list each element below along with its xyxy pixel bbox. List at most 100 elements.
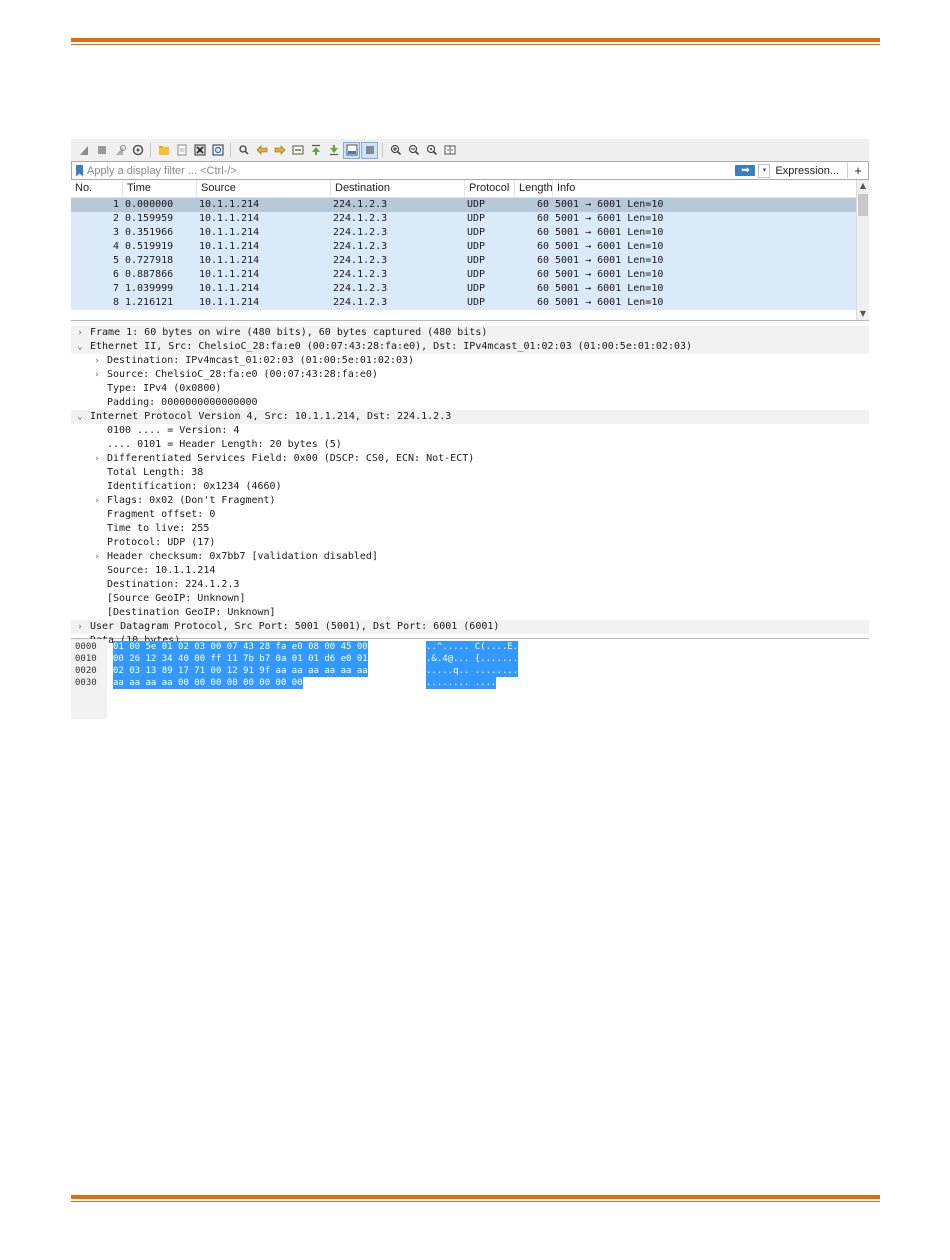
collapse-chevron-icon[interactable]: › <box>92 550 102 564</box>
detail-tree-item[interactable]: [Source GeoIP: Unknown] <box>71 592 869 606</box>
bytes-hex[interactable]: 02 03 13 89 17 71 00 12 91 9f aa aa aa a… <box>113 665 368 677</box>
autoscroll-icon[interactable] <box>343 141 360 159</box>
footer-rule <box>71 1195 880 1202</box>
packet-list-scrollbar[interactable]: ▲ ▼ <box>856 180 869 320</box>
scroll-up-icon[interactable]: ▲ <box>857 180 869 192</box>
detail-tree-item[interactable]: 0100 .... = Version: 4 <box>71 424 869 438</box>
apply-filter-button[interactable]: ➡ <box>735 165 756 176</box>
close-file-icon[interactable] <box>191 142 208 159</box>
detail-tree-item[interactable]: Identification: 0x1234 (4660) <box>71 480 869 494</box>
collapse-chevron-icon[interactable]: › <box>92 452 102 466</box>
zoom-in-icon[interactable] <box>387 142 404 159</box>
bytes-ascii[interactable]: .&.4@... {....... <box>426 653 519 665</box>
expand-chevron-icon[interactable]: ⌄ <box>75 410 85 424</box>
resize-columns-icon[interactable] <box>441 142 458 159</box>
detail-tree-label: User Datagram Protocol, Src Port: 5001 (… <box>90 621 500 632</box>
packet-row[interactable]: 5 0.727918 10.1.1.214 224.1.2.3 UDP 60 5001 → … <box>71 254 869 268</box>
go-first-icon[interactable] <box>307 142 324 159</box>
detail-tree-label: [Source GeoIP: Unknown] <box>107 593 246 604</box>
zoom-out-icon[interactable] <box>405 142 422 159</box>
shark-fin-start-icon[interactable] <box>75 142 92 159</box>
packet-no: 5 <box>112 255 119 266</box>
scroll-down-icon[interactable]: ▼ <box>857 308 869 320</box>
packet-info: 5001 → 6001 Len=10 <box>555 283 664 294</box>
detail-tree-label: Source: 10.1.1.214 <box>107 565 216 576</box>
detail-tree-item[interactable]: › Differentiated Services Field: 0x00 (DS… <box>71 452 869 466</box>
detail-tree-item[interactable]: Time to live: 255 <box>71 522 869 536</box>
column-header-info[interactable]: Info <box>553 180 869 197</box>
collapse-chevron-icon[interactable]: › <box>75 620 85 634</box>
collapse-chevron-icon[interactable]: › <box>92 354 102 368</box>
detail-tree-item[interactable]: › User Datagram Protocol, Src Port: 5001 … <box>71 620 869 634</box>
column-header-length[interactable]: Length <box>515 180 553 197</box>
packet-list: No. Time Source Destination Protocol Len… <box>71 180 869 321</box>
detail-tree-item[interactable]: Total Length: 38 <box>71 466 869 480</box>
scroll-thumb[interactable] <box>858 194 868 216</box>
detail-tree-item[interactable]: ⌄ Ethernet II, Src: ChelsioC_28:fa:e0 (00… <box>71 340 869 354</box>
file-save-icon[interactable] <box>173 142 190 159</box>
bytes-ascii[interactable]: ..^..... C(....E. <box>426 641 519 653</box>
expression-button[interactable]: Expression... <box>775 165 839 177</box>
detail-tree-item[interactable]: › Header checksum: 0x7bb7 [validation dis… <box>71 550 869 564</box>
packet-destination: 224.1.2.3 <box>333 269 388 280</box>
bytes-hex[interactable]: 01 00 5e 01 02 03 00 07 43 28 fa e0 08 0… <box>113 641 368 653</box>
packet-protocol: UDP <box>467 227 486 238</box>
go-forward-icon[interactable] <box>271 142 288 159</box>
bytes-hex[interactable]: 00 26 12 34 40 00 ff 11 7b b7 0a 01 01 d… <box>113 653 368 665</box>
packet-row[interactable]: 8 1.216121 10.1.1.214 224.1.2.3 UDP 60 5001 → … <box>71 296 869 310</box>
bookmark-icon[interactable] <box>76 164 83 177</box>
detail-tree-item[interactable]: › Destination: IPv4mcast_01:02:03 (01:00:… <box>71 354 869 368</box>
packet-time: 1.216121 <box>125 297 174 308</box>
expand-chevron-icon[interactable]: ⌄ <box>75 340 85 354</box>
detail-tree-item[interactable]: ⌄ Internet Protocol Version 4, Src: 10.1.… <box>71 410 869 424</box>
packet-no: 8 <box>112 297 119 308</box>
column-header-source[interactable]: Source <box>197 180 331 197</box>
zoom-normal-icon[interactable] <box>423 142 440 159</box>
collapse-chevron-icon[interactable]: › <box>92 368 102 382</box>
collapse-chevron-icon[interactable]: › <box>75 326 85 340</box>
detail-tree-item[interactable]: › Source: ChelsioC_28:fa:e0 (00:07:43:28:… <box>71 368 869 382</box>
detail-tree-item[interactable]: › Flags: 0x02 (Don't Fragment) <box>71 494 869 508</box>
packet-row[interactable]: 7 1.039999 10.1.1.214 224.1.2.3 UDP 60 5001 → … <box>71 282 869 296</box>
go-back-icon[interactable] <box>253 142 270 159</box>
column-header-protocol[interactable]: Protocol <box>465 180 515 197</box>
detail-tree-item[interactable]: Fragment offset: 0 <box>71 508 869 522</box>
detail-tree-item[interactable]: Destination: 224.1.2.3 <box>71 578 869 592</box>
packet-destination: 224.1.2.3 <box>333 241 388 252</box>
collapse-chevron-icon[interactable]: › <box>92 494 102 508</box>
detail-tree-item[interactable]: [Destination GeoIP: Unknown] <box>71 606 869 620</box>
packet-row[interactable]: 2 0.159959 10.1.1.214 224.1.2.3 UDP 60 5001 → … <box>71 212 869 226</box>
detail-tree-item[interactable]: Source: 10.1.1.214 <box>71 564 869 578</box>
packet-row[interactable]: 4 0.519919 10.1.1.214 224.1.2.3 UDP 60 5001 → … <box>71 240 869 254</box>
detail-tree-item[interactable]: › Frame 1: 60 bytes on wire (480 bits), 6… <box>71 326 869 340</box>
bytes-ascii[interactable]: .....q.. ........ <box>426 665 519 677</box>
detail-tree-item[interactable]: Type: IPv4 (0x0800) <box>71 382 869 396</box>
packet-length: 60 <box>536 241 549 252</box>
search-icon[interactable] <box>235 142 252 159</box>
bytes-ascii[interactable]: ........ .... <box>426 677 497 689</box>
column-header-destination[interactable]: Destination <box>331 180 465 197</box>
detail-tree-item[interactable]: .... 0101 = Header Length: 20 bytes (5) <box>71 438 869 452</box>
column-header-no[interactable]: No. <box>71 180 123 197</box>
packet-row[interactable]: 6 0.887866 10.1.1.214 224.1.2.3 UDP 60 5001 → … <box>71 268 869 282</box>
packet-row[interactable]: 3 0.351966 10.1.1.214 224.1.2.3 UDP 60 5001 → … <box>71 226 869 240</box>
detail-tree-item[interactable]: Padding: 0000000000000000 <box>71 396 869 410</box>
shark-fin-restart-icon[interactable] <box>111 142 128 159</box>
go-to-packet-icon[interactable] <box>289 142 306 159</box>
packet-row[interactable]: 1 0.000000 10.1.1.214 224.1.2.3 UDP 60 5001 → … <box>71 198 869 212</box>
folder-open-icon[interactable] <box>155 142 172 159</box>
chevron-down-icon[interactable]: ▾ <box>758 163 771 178</box>
go-last-icon[interactable] <box>325 142 342 159</box>
packet-destination: 224.1.2.3 <box>333 283 388 294</box>
gear-options-icon[interactable] <box>129 142 146 159</box>
column-header-time[interactable]: Time <box>123 180 197 197</box>
stop-square-icon[interactable] <box>93 142 110 159</box>
add-filter-button[interactable]: + <box>847 163 868 178</box>
packet-source: 10.1.1.214 <box>199 241 260 252</box>
detail-tree-item[interactable]: Protocol: UDP (17) <box>71 536 869 550</box>
bytes-hex[interactable]: aa aa aa aa 00 00 00 00 00 00 00 00 <box>113 677 303 689</box>
reload-icon[interactable] <box>209 142 226 159</box>
packet-no: 2 <box>112 213 119 224</box>
colorize-icon[interactable] <box>361 141 378 159</box>
display-filter-input[interactable]: Apply a display filter ... <Ctrl-/> <box>87 165 735 177</box>
